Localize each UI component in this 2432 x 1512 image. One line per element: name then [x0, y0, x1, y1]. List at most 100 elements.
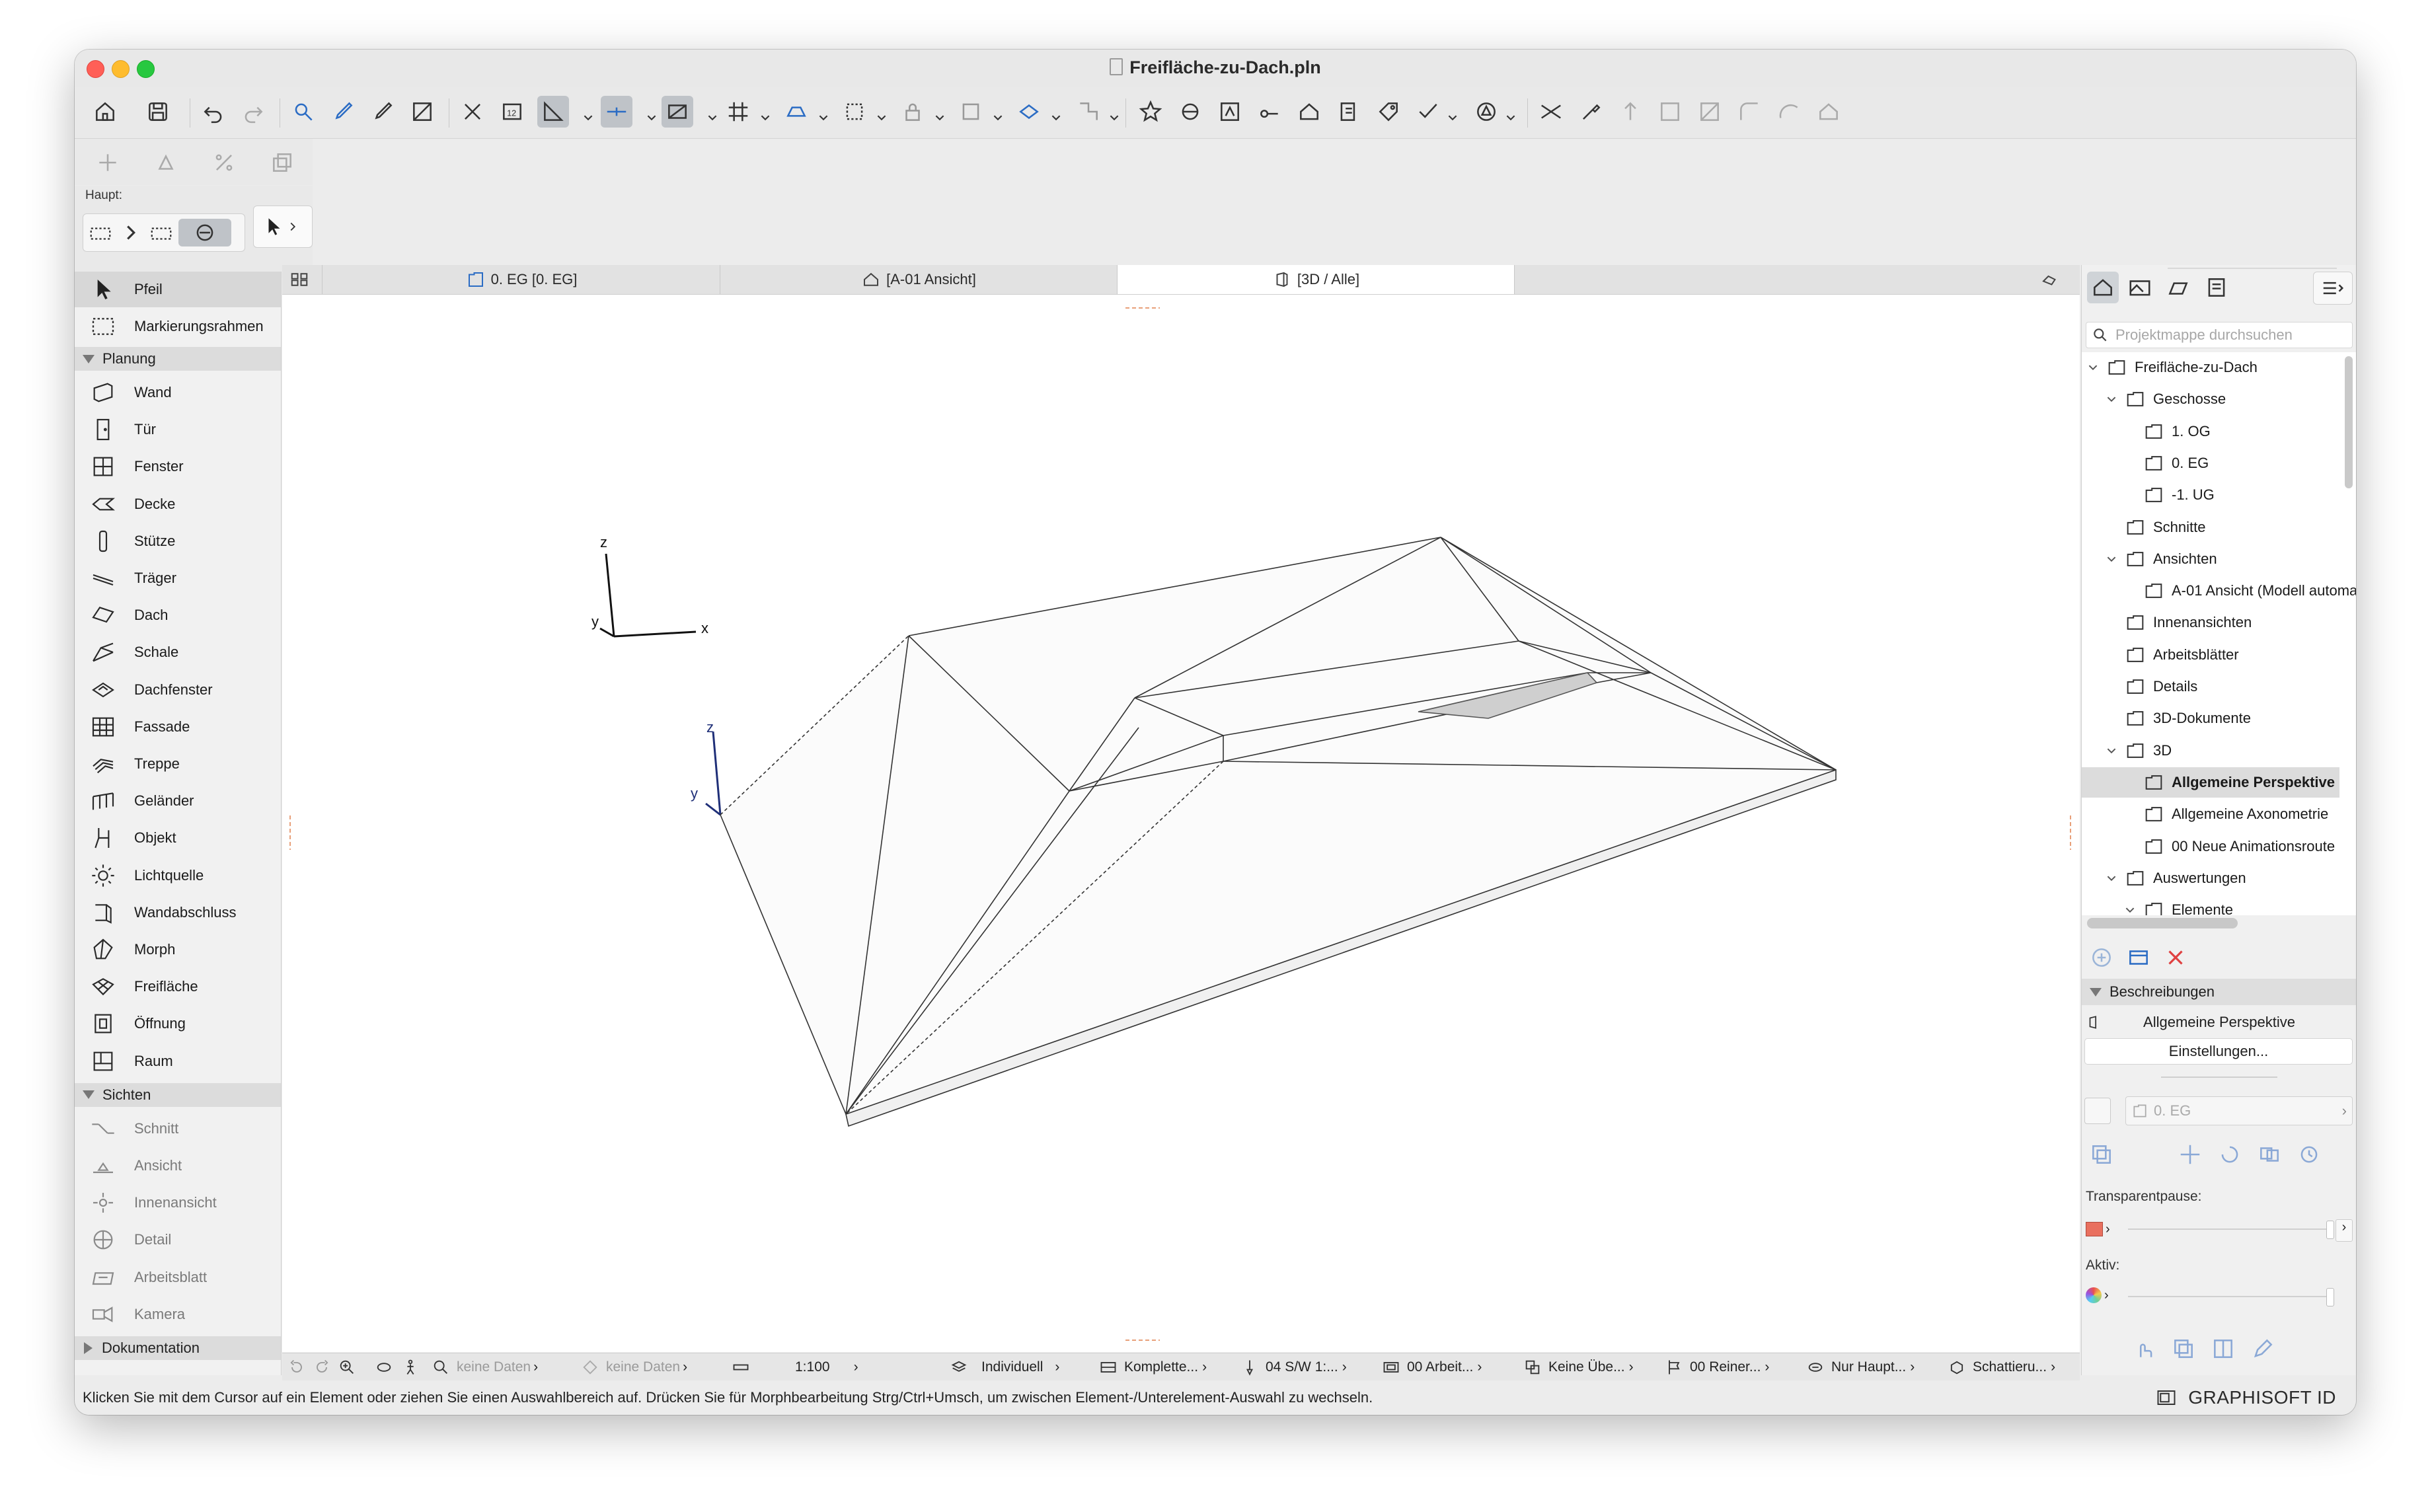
reset-trace-icon[interactable] — [2293, 1139, 2325, 1170]
snap-points-icon[interactable] — [662, 96, 693, 128]
chevron-down-icon[interactable] — [2107, 554, 2116, 564]
tree-item[interactable]: 3D-Dokumente — [2082, 703, 2339, 734]
tool-stütze[interactable]: Stütze — [75, 523, 281, 559]
3d-model-drawing[interactable]: z x y z x y — [282, 295, 2080, 1352]
rotation-data-field[interactable]: keine Daten › — [581, 1353, 687, 1381]
slider-handle[interactable] — [2326, 1221, 2334, 1239]
project-map-icon[interactable] — [2087, 272, 2119, 303]
roof-trim-icon[interactable] — [1813, 96, 1844, 128]
graphisoft-id-button[interactable]: GRAPHISOFT ID — [2188, 1387, 2336, 1408]
chevron-down-icon[interactable] — [935, 113, 944, 122]
layout-book-icon[interactable] — [2162, 272, 2194, 303]
rotate-trace-icon[interactable] — [2214, 1139, 2246, 1170]
slider-handle[interactable] — [2326, 1288, 2334, 1306]
duplicate-icon[interactable] — [2168, 1333, 2199, 1365]
lock-icon[interactable] — [897, 96, 929, 128]
chevron-down-icon[interactable] — [877, 113, 886, 122]
dimension-standard-field[interactable]: Keine Übe... › — [1523, 1353, 1634, 1381]
chevron-down-icon[interactable] — [761, 113, 770, 122]
chevron-down-icon[interactable] — [2125, 905, 2135, 915]
tree-item[interactable]: Ansichten — [2082, 544, 2339, 574]
chevron-right-icon[interactable] — [118, 219, 144, 246]
tool-markierungsrahmen[interactable]: Markierungsrahmen — [75, 309, 281, 344]
compare-icon[interactable] — [2207, 1333, 2239, 1365]
split-icon[interactable] — [1535, 96, 1567, 128]
elevate-icon[interactable] — [1615, 96, 1646, 128]
construction-grid-icon[interactable] — [780, 96, 812, 128]
tool-wand[interactable]: Wand — [75, 375, 281, 410]
layers-icon[interactable] — [955, 96, 987, 128]
tool-treppe[interactable]: Treppe — [75, 746, 281, 782]
pen-set-field[interactable]: 04 S/W 1:... › — [1240, 1353, 1347, 1381]
tool-pfeil[interactable]: Pfeil — [75, 272, 281, 307]
chevron-down-icon[interactable] — [708, 113, 717, 122]
vertical-scrollbar[interactable] — [2345, 356, 2353, 488]
guide-lines-icon[interactable] — [537, 96, 569, 128]
tool-ansicht[interactable]: Ansicht — [75, 1148, 281, 1184]
selection-mode-box[interactable] — [83, 213, 245, 252]
publisher-icon[interactable] — [2201, 272, 2232, 303]
3d-viewport[interactable]: z x y z x y — [282, 295, 2080, 1352]
renovation-icon[interactable] — [1293, 96, 1325, 128]
chevron-down-icon[interactable] — [1051, 113, 1061, 122]
tool-lichtquelle[interactable]: Lichtquelle — [75, 858, 281, 893]
tree-item[interactable]: 3D — [2082, 736, 2339, 766]
story-field[interactable]: 0. EG › — [2125, 1096, 2353, 1125]
zoom-data-field[interactable]: keine Daten › — [432, 1353, 538, 1381]
fit-window-icon[interactable] — [457, 96, 488, 128]
tree-item[interactable]: Auswertungen — [2082, 863, 2339, 893]
structure-display-field[interactable]: Nur Haupt... › — [1806, 1353, 1915, 1381]
snap-guides-icon[interactable] — [601, 96, 632, 128]
undo-icon[interactable] — [198, 96, 229, 128]
tree-item[interactable]: Geschosse — [2082, 384, 2339, 414]
adjust-icon[interactable] — [1575, 96, 1607, 128]
active-slider[interactable] — [2128, 1296, 2334, 1297]
chevron-down-icon[interactable] — [2088, 363, 2098, 372]
tool-dachfenster[interactable]: Dachfenster — [75, 672, 281, 708]
dimension-icon[interactable]: 12 — [496, 96, 528, 128]
navigator-menu-button[interactable] — [2313, 272, 2353, 305]
inject-icon[interactable] — [367, 96, 399, 128]
tool-fenster[interactable]: Fenster — [75, 449, 281, 484]
redo-icon[interactable] — [237, 96, 269, 128]
add-icon[interactable] — [2086, 942, 2117, 973]
zoom-forward-icon[interactable] — [313, 1353, 338, 1381]
transparency-slider[interactable] — [2128, 1228, 2334, 1230]
tree-item[interactable]: Schnitte — [2082, 512, 2339, 543]
grid-snap-icon[interactable] — [722, 96, 754, 128]
zoom-back-icon[interactable] — [287, 1353, 313, 1381]
chevron-down-icon[interactable] — [2107, 746, 2116, 755]
selection-shape-icon[interactable] — [144, 219, 178, 246]
marquee-mode-icon[interactable] — [83, 219, 118, 246]
active-color-button[interactable]: › — [2086, 1284, 2112, 1306]
tool-fassade[interactable]: Fassade — [75, 709, 281, 745]
scale-field[interactable]: 1:100 › — [732, 1353, 858, 1381]
tool-wandabschluss[interactable]: Wandabschluss — [75, 895, 281, 930]
planung-group-header[interactable]: Planung — [75, 347, 281, 371]
tool-detail[interactable]: Detail — [75, 1222, 281, 1258]
tab-menu-button[interactable] — [2027, 265, 2078, 294]
chevron-down-icon[interactable] — [819, 113, 828, 122]
tree-item[interactable]: A-01 Ansicht (Modell automatisch v — [2082, 576, 2356, 606]
tool-arbeitsblatt[interactable]: Arbeitsblatt — [75, 1260, 281, 1295]
graphic-override-icon[interactable] — [1470, 96, 1502, 128]
tool-decke[interactable]: Decke — [75, 486, 281, 522]
pick-up-icon[interactable] — [327, 96, 359, 128]
tag-icon[interactable] — [1373, 96, 1404, 128]
explore-icon[interactable] — [401, 1353, 426, 1381]
shading-field[interactable]: Schattieru... › — [1948, 1353, 2055, 1381]
3d-view-icon[interactable] — [1013, 96, 1045, 128]
offset-icon[interactable] — [1773, 96, 1805, 128]
geometry-method-icon[interactable] — [178, 219, 231, 246]
tool-kamera[interactable]: Kamera — [75, 1297, 281, 1332]
orbit-icon[interactable] — [375, 1353, 400, 1381]
chevron-down-icon[interactable] — [647, 113, 656, 122]
tab-floorplan[interactable]: 0. EG [0. EG] — [323, 265, 720, 294]
save-icon[interactable] — [142, 96, 174, 128]
touch-icon[interactable] — [2128, 1333, 2160, 1365]
tool-schnitt[interactable]: Schnitt — [75, 1111, 281, 1147]
tool-tür[interactable]: Tür — [75, 412, 281, 447]
tree-item[interactable]: Details — [2082, 671, 2339, 702]
chevron-down-icon[interactable] — [2107, 874, 2116, 883]
tree-item[interactable]: 00 Neue Animationsroute — [2082, 831, 2339, 862]
